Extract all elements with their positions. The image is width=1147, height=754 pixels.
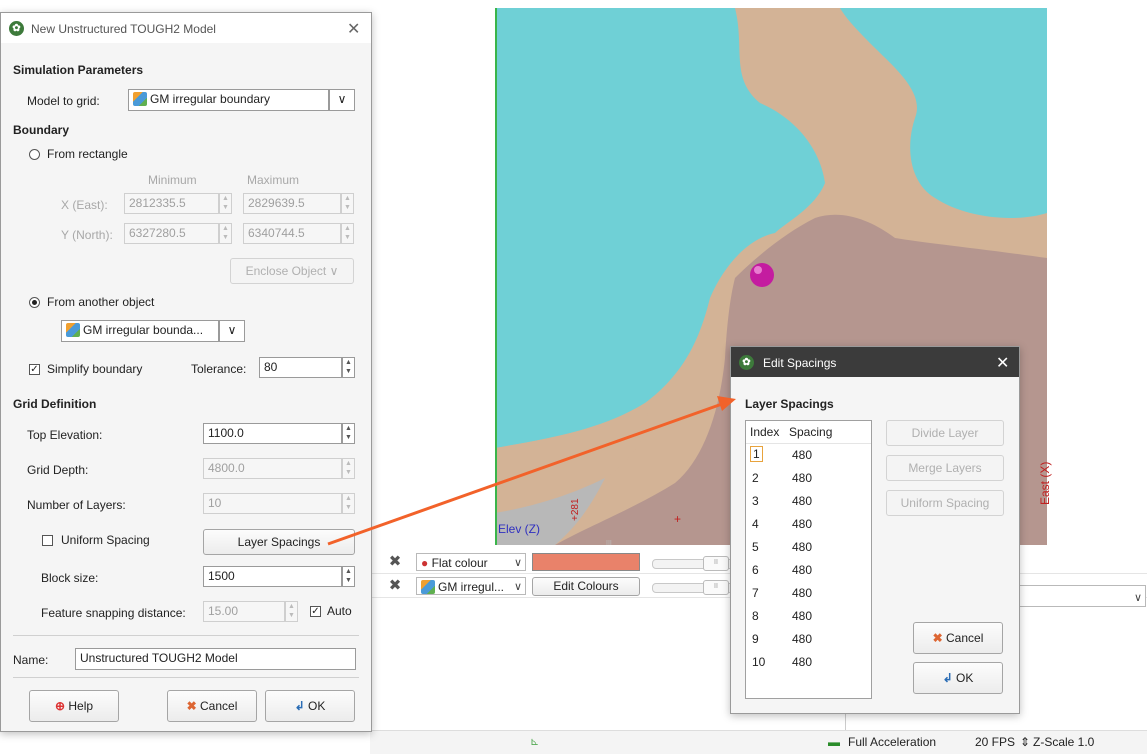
callout-arrow <box>327 396 736 546</box>
